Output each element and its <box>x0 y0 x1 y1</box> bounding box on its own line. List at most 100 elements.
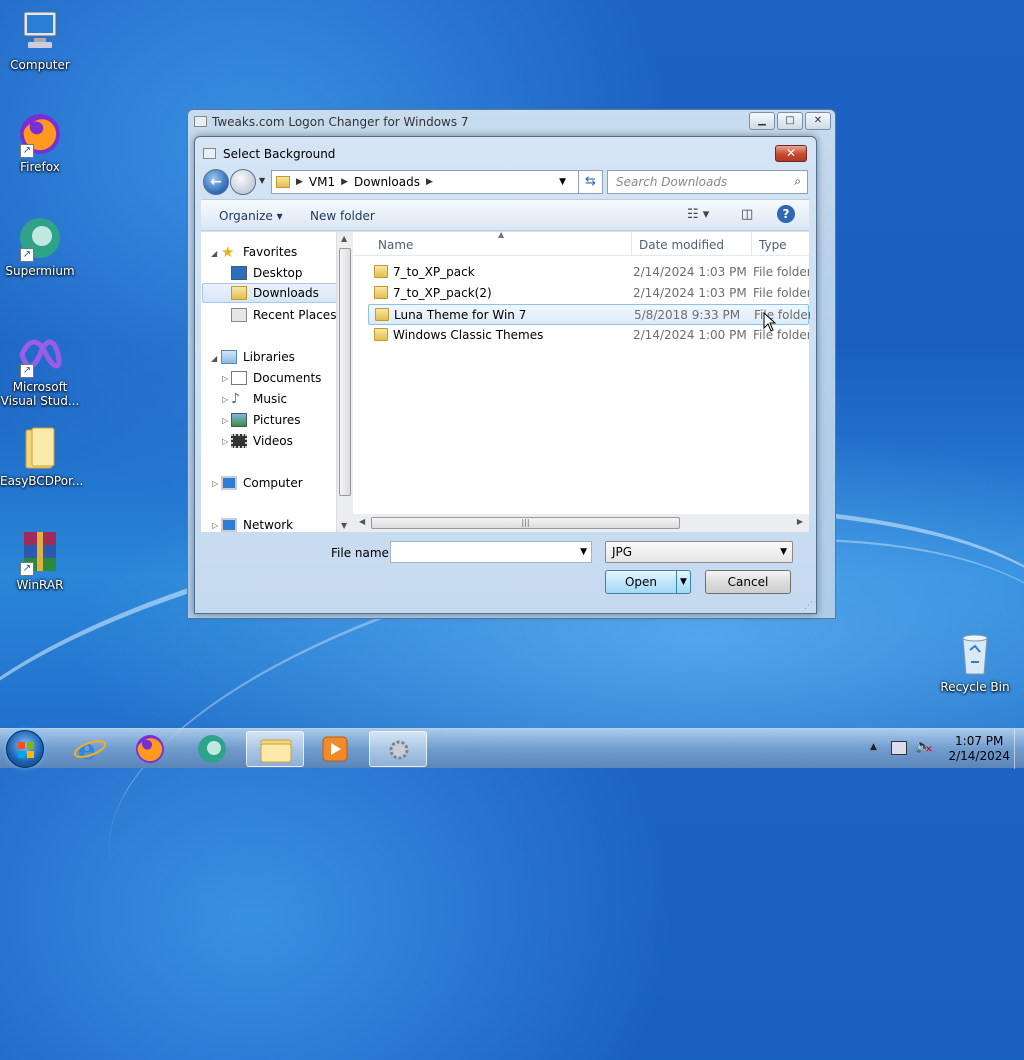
nav-music[interactable]: ♪ Music <box>231 389 287 409</box>
address-dropdown-icon[interactable]: ▼ <box>559 177 566 187</box>
desktop-icon-winrar[interactable]: ↗ WinRAR <box>0 528 80 592</box>
computer-icon <box>16 8 64 56</box>
documents-icon <box>231 371 247 385</box>
breadcrumb-vm1[interactable]: VM1 <box>309 175 335 189</box>
forward-button[interactable] <box>230 169 256 195</box>
file-row[interactable]: Windows Classic Themes 2/14/2024 1:00 PM… <box>368 325 809 346</box>
winrar-icon: ↗ <box>16 528 64 576</box>
column-name[interactable]: Name <box>378 238 413 252</box>
taskbar-media-player[interactable] <box>307 731 365 767</box>
view-options-icon[interactable]: ☷ ▾ <box>687 207 709 222</box>
back-button[interactable]: ← <box>203 169 229 195</box>
desktop-icon-label: Supermium <box>5 264 75 278</box>
chevron-down-icon[interactable]: ▼ <box>580 547 587 557</box>
supermium-icon <box>198 735 226 763</box>
scroll-down-icon[interactable]: ▼ <box>341 521 347 530</box>
horizontal-scroll-thumb[interactable]: ||| <box>371 517 680 529</box>
nav-computer[interactable]: Computer <box>221 473 303 493</box>
preview-pane-icon[interactable]: ◫ <box>741 207 753 222</box>
expand-arrow-icon[interactable]: ▷ <box>212 521 218 530</box>
show-hidden-icons-icon[interactable]: ▲ <box>870 742 877 752</box>
nav-libraries[interactable]: Libraries <box>221 347 295 367</box>
open-button[interactable]: Open ▼ <box>605 570 691 594</box>
folder-icon <box>375 308 389 321</box>
nav-favorites[interactable]: ★ Favorites <box>221 242 297 262</box>
desktop-icon-visual-studio[interactable]: ↗ Microsoft Visual Stud... <box>0 330 80 408</box>
nav-documents[interactable]: Documents <box>231 368 321 388</box>
minimize-button[interactable]: ▁ <box>749 112 775 130</box>
nav-recent-places[interactable]: Recent Places <box>231 305 336 325</box>
nav-label: Music <box>253 392 288 406</box>
scroll-up-icon[interactable]: ▲ <box>341 234 347 243</box>
internet-explorer-icon: e <box>73 733 107 766</box>
cancel-button[interactable]: Cancel <box>705 570 791 594</box>
column-date-modified[interactable]: Date modified <box>639 238 724 252</box>
nav-pictures[interactable]: Pictures <box>231 410 301 430</box>
file-row[interactable]: 7_to_XP_pack 2/14/2024 1:03 PM File fold… <box>368 262 809 283</box>
file-date: 2/14/2024 1:03 PM <box>633 286 747 300</box>
collapse-arrow-icon[interactable]: ◢ <box>211 354 217 363</box>
mute-x-icon: ✕ <box>925 745 933 755</box>
desktop-icon-recycle-bin[interactable]: Recycle Bin <box>935 630 1015 694</box>
desktop-icon-supermium[interactable]: ↗ Supermium <box>0 214 80 278</box>
search-icon[interactable]: ⌕ <box>794 174 801 189</box>
desktop-icon-label: Firefox <box>20 160 60 174</box>
refresh-icon: ⇆ <box>585 174 596 189</box>
open-split-dropdown-icon[interactable]: ▼ <box>676 571 690 593</box>
expand-arrow-icon[interactable]: ▷ <box>222 416 228 425</box>
windows-logo-icon <box>18 742 34 758</box>
firefox-icon: ↗ <box>16 110 64 158</box>
close-button[interactable]: ✕ <box>805 112 831 130</box>
visual-studio-icon: ↗ <box>16 330 64 378</box>
file-type-select[interactable]: JPG ▼ <box>605 541 793 563</box>
help-icon[interactable]: ? <box>777 205 795 223</box>
nav-label: Network <box>243 518 294 532</box>
nav-network[interactable]: Network <box>221 515 293 535</box>
file-name-label: File name: <box>331 546 393 560</box>
organize-button[interactable]: Organize ▾ <box>219 209 283 223</box>
nav-downloads[interactable]: Downloads <box>202 283 340 303</box>
new-folder-button[interactable]: New folder <box>310 209 375 223</box>
desktop-icon-easybcd[interactable]: EasyBCDPor... <box>0 424 83 488</box>
expand-arrow-icon[interactable]: ▷ <box>222 374 228 383</box>
horizontal-scrollbar[interactable]: ◀ ||| ▶ <box>353 514 809 532</box>
nav-label: Desktop <box>253 266 303 280</box>
scroll-left-icon[interactable]: ◀ <box>359 517 365 526</box>
network-status-icon[interactable] <box>891 741 907 755</box>
clock-date: 2/14/2024 <box>948 749 1010 763</box>
system-clock[interactable]: 1:07 PM 2/14/2024 <box>948 734 1010 764</box>
taskbar-internet-explorer[interactable]: e <box>61 731 119 767</box>
nav-scrollbar[interactable]: ▲ ▼ <box>336 232 353 532</box>
scroll-right-icon[interactable]: ▶ <box>797 517 803 526</box>
file-name: 7_to_XP_pack <box>393 265 475 279</box>
dialog-close-button[interactable]: ✕ <box>775 145 807 162</box>
expand-arrow-icon[interactable]: ▷ <box>222 395 228 404</box>
desktop-icon-computer[interactable]: Computer <box>0 8 80 72</box>
start-button[interactable] <box>6 730 44 768</box>
file-row-hovered[interactable]: Luna Theme for Win 7 5/8/2018 9:33 PM Fi… <box>368 304 810 325</box>
address-bar[interactable]: ▶ VM1 ▶ Downloads ▶ ▼ <box>271 170 579 194</box>
desktop-icon-firefox[interactable]: ↗ Firefox <box>0 110 80 174</box>
taskbar-logon-changer[interactable] <box>369 731 427 767</box>
nav-label: Favorites <box>243 245 298 259</box>
taskbar-file-explorer[interactable] <box>246 731 304 767</box>
nav-videos[interactable]: Videos <box>231 431 293 451</box>
select-background-dialog: Select Background ✕ ← ▼ ▶ VM1 ▶ Download… <box>194 136 817 614</box>
file-row[interactable]: 7_to_XP_pack(2) 2/14/2024 1:03 PM File f… <box>368 283 809 304</box>
nav-scroll-thumb[interactable] <box>339 248 351 496</box>
taskbar-supermium[interactable] <box>183 731 241 767</box>
column-type[interactable]: Type <box>759 238 787 252</box>
nav-desktop[interactable]: Desktop <box>231 263 303 283</box>
expand-arrow-icon[interactable]: ▷ <box>212 479 218 488</box>
collapse-arrow-icon[interactable]: ◢ <box>211 249 217 258</box>
refresh-button[interactable]: ⇆ <box>579 170 603 194</box>
show-desktop-button[interactable] <box>1014 729 1024 769</box>
resize-grip-icon[interactable]: ⋰ <box>804 601 813 611</box>
expand-arrow-icon[interactable]: ▷ <box>222 437 228 446</box>
file-name-input[interactable]: ▼ <box>390 541 592 563</box>
taskbar-firefox[interactable] <box>121 731 179 767</box>
breadcrumb-downloads[interactable]: Downloads <box>354 175 420 189</box>
recent-locations-dropdown[interactable]: ▼ <box>259 176 265 185</box>
search-input[interactable]: Search Downloads ⌕ <box>607 170 808 194</box>
maximize-button[interactable]: □ <box>777 112 803 130</box>
